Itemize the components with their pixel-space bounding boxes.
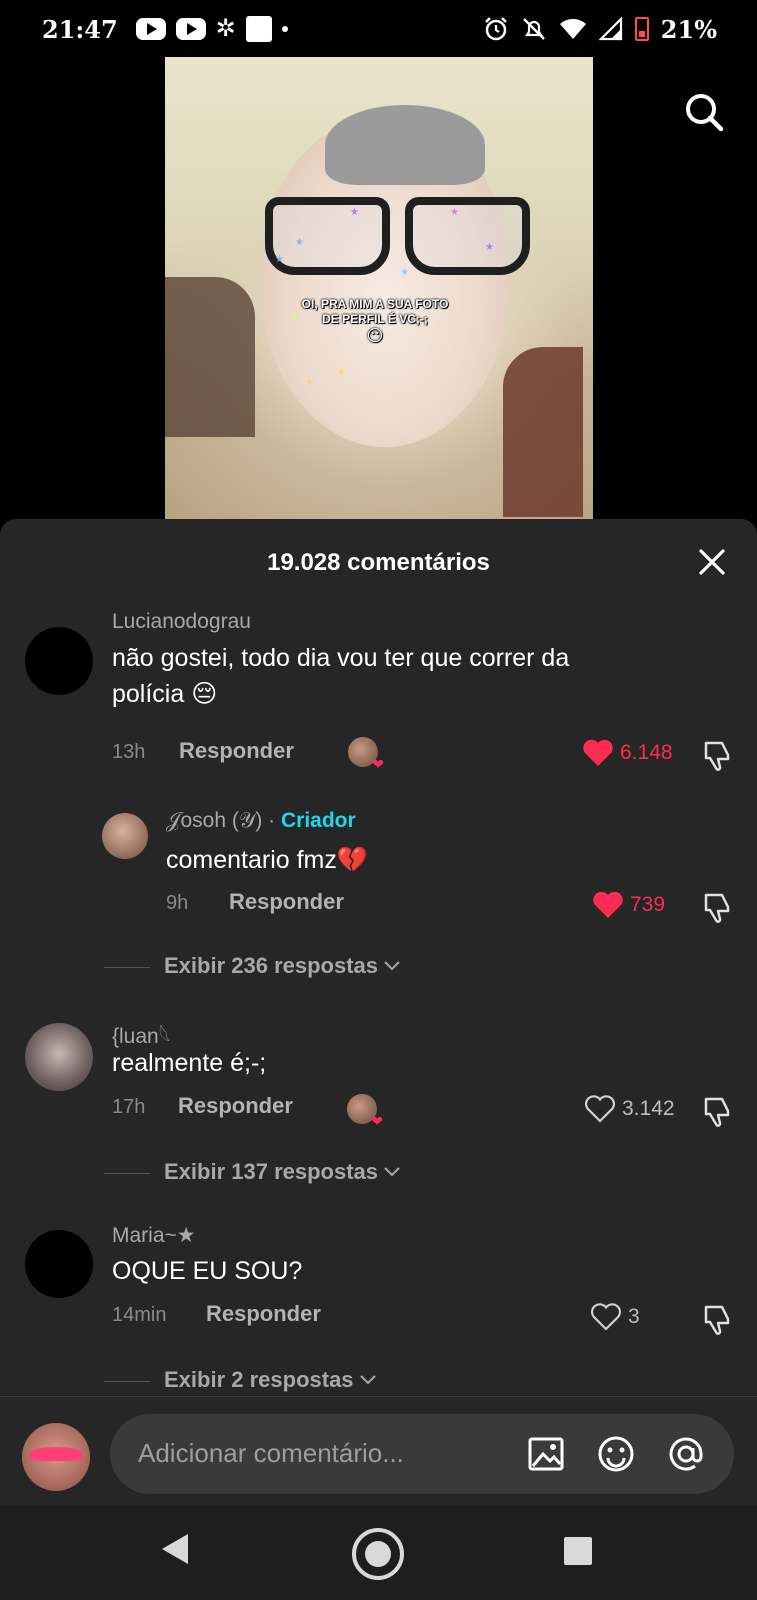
view-replies-button[interactable]: Exibir 137 respostas <box>164 1159 400 1185</box>
comment-username[interactable]: Maria~★ <box>112 1223 196 1248</box>
comment-time: 9h <box>166 892 189 914</box>
caption-line-2: DE PERFIL É VC;-; <box>322 312 428 326</box>
system-nav-bar <box>0 1506 757 1600</box>
reply-button[interactable]: Responder <box>178 1093 293 1119</box>
comment-username[interactable]: Lucianodograu <box>112 610 251 634</box>
recents-icon[interactable] <box>563 1536 593 1566</box>
comments-count-title: 19.028 comentários <box>267 549 490 576</box>
video-player[interactable]: ★ ★ ★ ★ ★ ★ ★ ★ ★ OI, PRA MIM A SUA FOTO… <box>165 57 593 519</box>
view-replies-button[interactable]: Exibir 236 respostas <box>164 953 400 979</box>
square-app-icon <box>245 16 272 42</box>
youtube-icon <box>135 18 166 40</box>
heart-outline-icon <box>584 1095 616 1123</box>
chevron-down-icon <box>384 1167 400 1177</box>
alarm-icon <box>484 17 507 41</box>
heart-outline-icon <box>590 1303 622 1331</box>
like-count: 3 <box>628 1305 640 1328</box>
youtube-icon <box>175 18 206 40</box>
creator-label: Criador <box>281 809 356 832</box>
image-icon[interactable] <box>526 1434 566 1474</box>
comment-username[interactable]: 𝒥osoh (𝒴) · Criador <box>166 809 356 833</box>
comment-input[interactable]: Adicionar comentário... <box>110 1414 734 1494</box>
comment-time: 17h <box>112 1096 146 1118</box>
like-count: 6.148 <box>620 741 673 764</box>
creator-liked-badge: ❤ <box>347 1094 383 1129</box>
pinwheel-icon: ✲ <box>215 15 236 42</box>
dislike-icon[interactable] <box>700 1095 734 1129</box>
avatar[interactable] <box>25 627 93 695</box>
caption-line-1: OI, PRA MIM A SUA FOTO <box>301 297 449 311</box>
avatar[interactable] <box>22 1423 90 1491</box>
chevron-down-icon <box>359 1375 376 1385</box>
dislike-icon[interactable] <box>700 891 734 925</box>
dot-icon <box>281 26 288 32</box>
home-icon[interactable] <box>351 1527 405 1581</box>
status-time: 21:47 <box>42 14 118 44</box>
like-button[interactable]: 6.148 <box>582 739 673 767</box>
comment-input-placeholder: Adicionar comentário... <box>138 1438 404 1468</box>
signal-icon <box>598 17 622 41</box>
like-button[interactable]: 3 <box>590 1303 640 1331</box>
avatar[interactable] <box>25 1230 93 1298</box>
mention-icon[interactable] <box>666 1434 706 1474</box>
view-replies-button[interactable]: Exibir 2 respostas <box>164 1367 376 1393</box>
dislike-icon[interactable] <box>700 1303 734 1337</box>
creator-liked-badge: ❤ <box>348 737 384 772</box>
comment-input-bar: Adicionar comentário... <box>0 1396 757 1506</box>
comment-time: 14min <box>112 1304 167 1326</box>
heart-filled-icon <box>593 891 623 918</box>
avatar[interactable] <box>25 1023 93 1091</box>
reply-button[interactable]: Responder <box>206 1301 321 1327</box>
reply-button[interactable]: Responder <box>179 738 294 764</box>
back-icon[interactable] <box>160 1532 190 1566</box>
dislike-icon[interactable] <box>700 739 734 773</box>
like-count: 739 <box>630 893 666 916</box>
comment-time: 13h <box>112 741 146 763</box>
reply-button[interactable]: Responder <box>229 889 344 915</box>
chevron-down-icon <box>384 961 400 971</box>
status-bar: 21:47 ✲ 21% <box>0 0 757 58</box>
comment-text: OQUE EU SOU? <box>112 1257 303 1285</box>
wifi-icon <box>559 18 586 39</box>
video-caption: OI, PRA MIM A SUA FOTO DE PERFIL É VC;-;… <box>275 297 475 345</box>
close-icon[interactable] <box>697 547 727 577</box>
avatar[interactable] <box>102 813 148 859</box>
comment-text: não gostei, todo dia vou ter que correr … <box>112 644 570 708</box>
heart-filled-icon <box>583 739 613 766</box>
caption-emoji: 😶 <box>366 328 384 345</box>
search-icon[interactable] <box>683 91 725 133</box>
battery-icon <box>634 17 649 41</box>
emoji-icon[interactable] <box>596 1434 636 1474</box>
comment-text: comentario fmz💔 <box>166 846 369 874</box>
comment-text: realmente é;-; <box>112 1049 267 1077</box>
like-button[interactable]: 739 <box>592 891 665 919</box>
like-button[interactable]: 3.142 <box>584 1095 675 1123</box>
mute-icon <box>522 18 545 40</box>
like-count: 3.142 <box>622 1097 675 1120</box>
battery-percent: 21% <box>660 14 717 44</box>
